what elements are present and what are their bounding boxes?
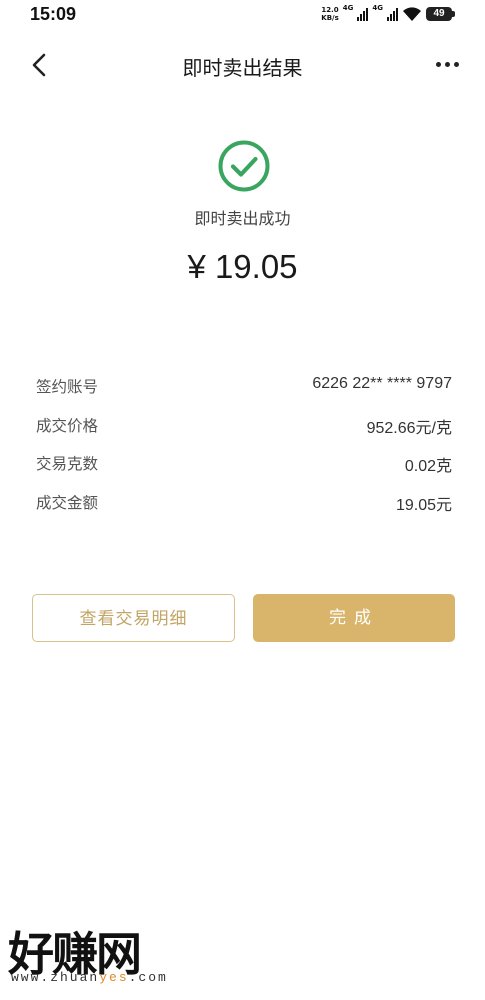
battery-level: 49 [426,7,452,21]
detail-value: 0.02克 [404,458,452,475]
check-circle-icon [218,140,270,192]
network-type-2: 4G [372,4,383,12]
watermark-url: www.zhuanyes.com [11,970,168,985]
detail-label: 成交价格 [36,416,99,435]
result-status-text: 即时卖出成功 [194,209,291,228]
status-bar: 15:09 12.0 KB/s 4G 4G 49 [0,0,485,30]
network-speed-unit: KB/s [321,14,339,22]
view-transaction-detail-button[interactable]: 查看交易明细 [32,594,235,642]
network-speed: 12.0 KB/s [321,6,338,22]
detail-value: 6226 22** **** 9797 [312,375,452,392]
more-dots-icon[interactable] [429,52,465,76]
status-time: 15:09 [30,4,77,24]
network-type-1: 4G [342,4,354,12]
transaction-details: 签约账号 6226 22** **** 9797 成交价格 952.66元/克 … [36,375,452,529]
wifi-icon [403,7,421,21]
detail-label: 签约账号 [36,378,99,396]
detail-value: 19.05元 [395,496,452,514]
result-amount: ¥ 19.05 [187,248,298,285]
detail-row-grams: 交易克数 0.02克 [36,452,452,491]
battery-icon: 49 [426,7,455,21]
detail-value: 952.66元/克 [366,419,452,437]
signal-icon [387,7,398,21]
signal-icon [357,7,369,21]
done-button[interactable]: 完成 [253,594,455,642]
network-speed-value: 12.0 [321,6,339,14]
detail-label: 成交金额 [36,493,99,512]
detail-label: 交易克数 [36,455,99,473]
page-title: 即时卖出结果 [182,56,303,80]
detail-row-account: 签约账号 6226 22** **** 9797 [36,375,452,414]
detail-row-total: 成交金额 19.05元 [36,491,452,530]
detail-row-price: 成交价格 952.66元/克 [36,414,452,453]
watermark: 好赚网 www.zhuanyes.com [8,918,208,990]
status-indicators: 12.0 KB/s 4G 4G 49 [321,4,455,24]
